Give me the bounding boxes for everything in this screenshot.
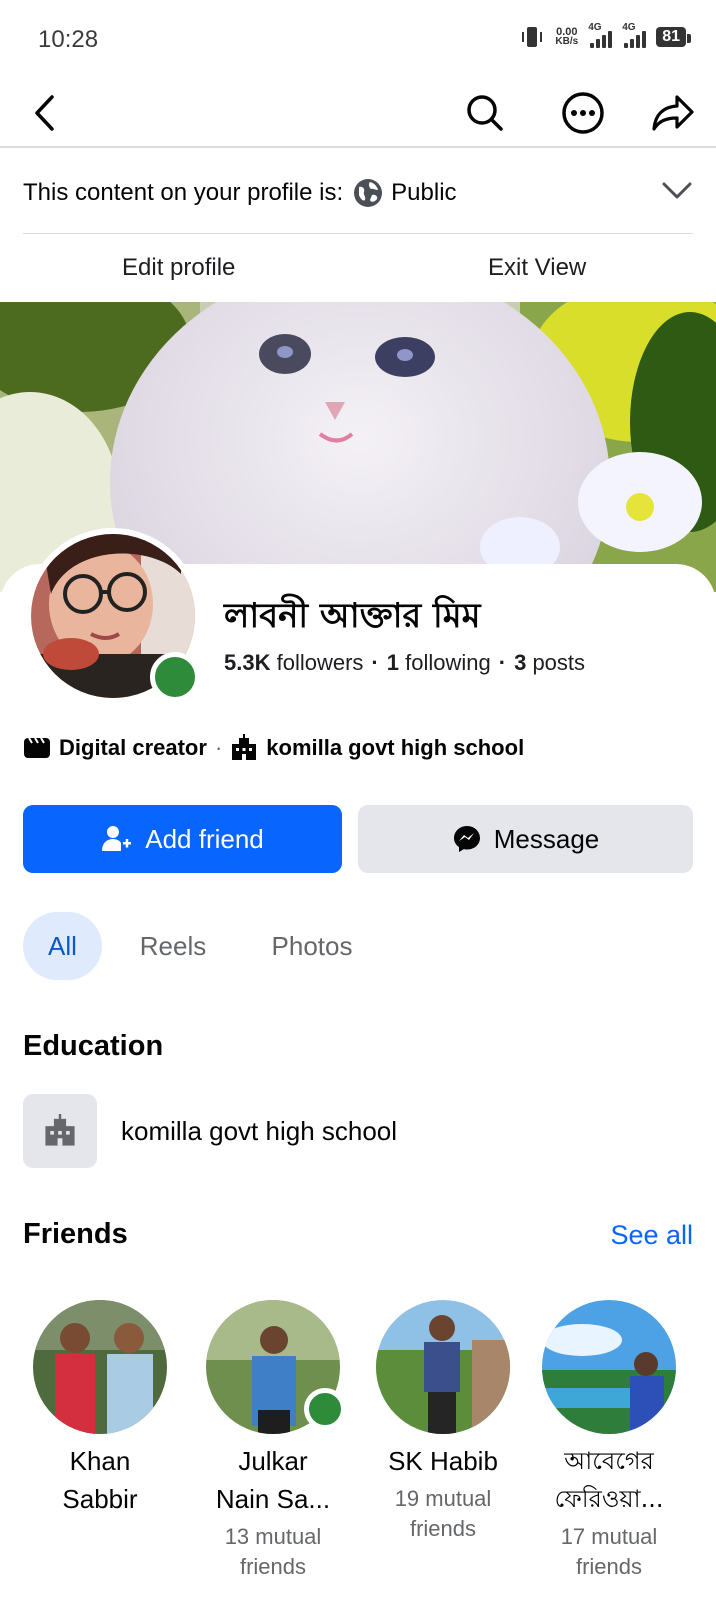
edit-profile-link[interactable]: Edit profile (122, 254, 235, 282)
friend-avatar (542, 1300, 676, 1434)
view-as-actions: Edit profile Exit View (0, 240, 716, 300)
status-icons: 0.00 KB/s 4G 4G 81 (519, 22, 691, 50)
friend-name-line: Khan (69, 1446, 131, 1476)
add-person-icon (102, 826, 132, 851)
message-button[interactable]: Message (358, 805, 693, 873)
friend-name-line: Sabbir (62, 1484, 138, 1514)
online-status-indicator (150, 652, 200, 702)
friend-card[interactable]: SK Habib 19 mutual friends (358, 1300, 528, 1544)
education-item[interactable]: komilla govt high school (23, 1094, 397, 1168)
category-label: Digital creator (59, 735, 207, 760)
add-friend-button[interactable]: Add friend (23, 805, 342, 873)
signal-icon-2: 4G (622, 22, 647, 48)
battery-icon: 81 (656, 27, 691, 47)
add-friend-label: Add friend (145, 823, 264, 854)
mutual-line: friends (575, 1554, 643, 1579)
friend-card[interactable]: Khan Sabbir (15, 1300, 185, 1518)
tab-photos[interactable]: Photos (262, 912, 362, 980)
friend-card[interactable]: আবেগের ফেরিওয়া... 17 mutual friends (524, 1300, 694, 1582)
chevron-left-icon (35, 95, 54, 131)
mutual-friends-count: 19 mutual friends (358, 1484, 528, 1544)
friend-name: Julkar Nain Sa... (188, 1442, 358, 1518)
posts-label: posts (532, 650, 586, 675)
followers-label[interactable]: followers (277, 650, 364, 675)
search-button[interactable] (462, 90, 508, 136)
privacy-row[interactable]: This content on your profile is: Public (23, 168, 693, 218)
more-button[interactable] (560, 90, 606, 136)
mutual-friends-count: 17 mutual friends (524, 1522, 694, 1582)
message-label: Message (493, 823, 600, 854)
profile-name: লাবনী আক্তার মিম (224, 596, 481, 636)
divider (23, 233, 693, 234)
mutual-line: 19 mutual (394, 1486, 492, 1511)
friend-name: SK Habib (358, 1442, 528, 1480)
online-status-indicator (304, 1388, 346, 1430)
vibrate-icon (522, 27, 543, 47)
search-icon (467, 95, 503, 131)
share-arrow-icon (652, 95, 694, 131)
friend-card[interactable]: Julkar Nain Sa... 13 mutual friends (188, 1300, 358, 1582)
followers-count[interactable]: 5.3K (224, 650, 270, 675)
friend-name: আবেগের ফেরিওয়া... (524, 1442, 694, 1518)
mutual-line: friends (239, 1554, 307, 1579)
friend-name-line: Nain Sa... (215, 1484, 331, 1514)
tab-all[interactable]: All (23, 912, 102, 980)
privacy-value: Public (391, 179, 457, 206)
friend-name: Khan Sabbir (15, 1442, 185, 1518)
school-icon (23, 1094, 97, 1168)
friend-avatar (33, 1300, 167, 1434)
globe-icon (354, 179, 383, 207)
friend-name-line: SK Habib (388, 1446, 498, 1476)
school-label: komilla govt high school (266, 735, 525, 760)
speed-unit: KB/s (555, 36, 579, 47)
mutual-line: 13 mutual (224, 1524, 322, 1549)
signal-icon-1: 4G (588, 22, 613, 48)
privacy-label: This content on your profile is: (23, 179, 344, 206)
status-bar: 10:28 0.00 KB/s 4G 4G 81 (0, 0, 716, 80)
network-speed: 0.00 KB/s (555, 27, 578, 47)
see-all-friends-link[interactable]: See all (610, 1220, 693, 1251)
share-button[interactable] (650, 90, 696, 136)
education-school: komilla govt high school (121, 1115, 398, 1146)
school-icon (232, 734, 257, 760)
posts-count: 3 (514, 650, 527, 675)
creator-icon (24, 737, 50, 758)
friend-name-line: ফেরিওয়া... (554, 1485, 664, 1513)
following-label[interactable]: following (405, 650, 491, 675)
more-horizontal-icon (562, 92, 604, 134)
status-time: 10:28 (38, 26, 99, 53)
friends-title: Friends (23, 1218, 128, 1250)
friend-avatar (376, 1300, 510, 1434)
following-count[interactable]: 1 (387, 650, 399, 675)
profile-stats: 5.3K followers · 1 following · 3 posts (224, 650, 586, 675)
mutual-friends-count: 13 mutual friends (188, 1522, 358, 1582)
exit-view-link[interactable]: Exit View (488, 254, 586, 282)
chevron-down-icon[interactable] (661, 180, 693, 202)
friend-name-line: Julkar (238, 1446, 308, 1476)
back-button[interactable] (22, 90, 68, 136)
education-title: Education (23, 1030, 164, 1062)
top-nav (0, 80, 716, 148)
network-type-1: 4G (588, 22, 602, 33)
messenger-icon (453, 826, 480, 852)
mutual-line: friends (409, 1516, 477, 1541)
friend-name-line: আবেগের (564, 1447, 654, 1475)
network-type-2: 4G (622, 22, 636, 33)
profile-meta: Digital creator · komilla govt high scho… (23, 734, 524, 762)
tab-reels[interactable]: Reels (130, 912, 216, 980)
mutual-line: 17 mutual (560, 1524, 658, 1549)
